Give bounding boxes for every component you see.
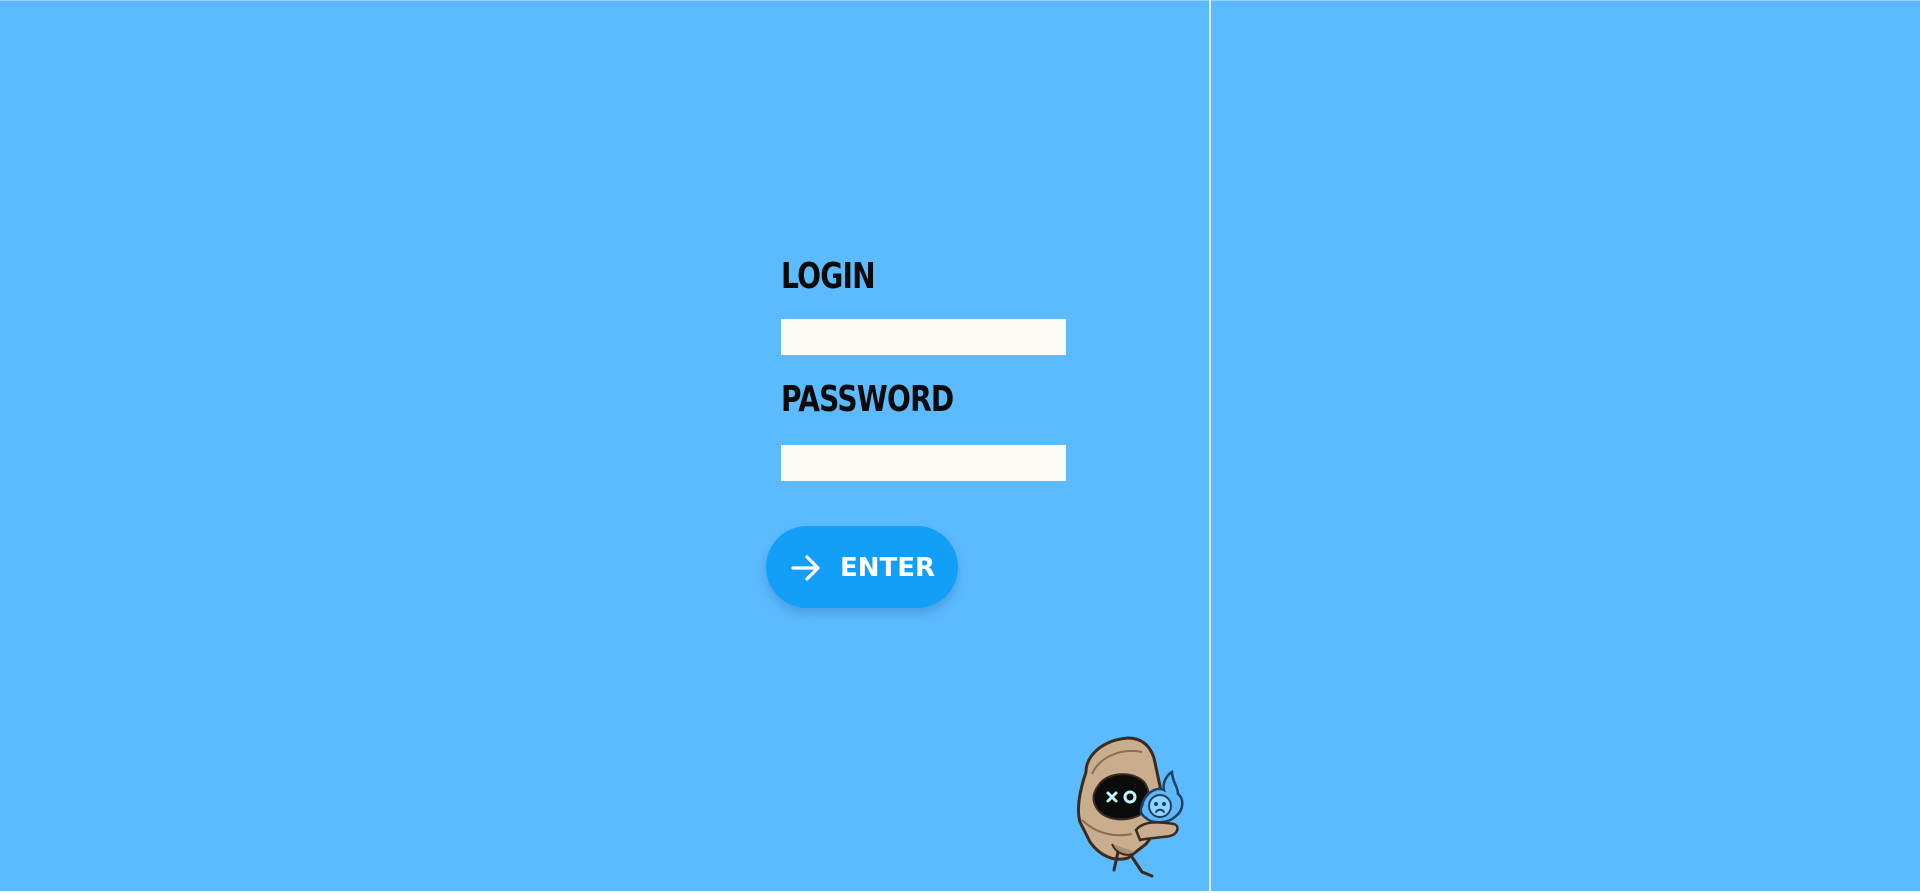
- top-edge-line: [0, 0, 1920, 1]
- enter-button-label: ENTER: [840, 553, 936, 583]
- login-label: LOGIN: [781, 256, 876, 297]
- vertical-divider: [1209, 0, 1211, 891]
- hooded-character-icon: [1076, 736, 1184, 878]
- login-screen: LOGIN PASSWORD ENTER: [0, 0, 1920, 893]
- arrow-right-icon: [791, 555, 820, 581]
- password-input[interactable]: [781, 445, 1066, 481]
- enter-button[interactable]: ENTER: [766, 526, 958, 608]
- login-input[interactable]: [781, 319, 1066, 355]
- password-label: PASSWORD: [781, 379, 954, 420]
